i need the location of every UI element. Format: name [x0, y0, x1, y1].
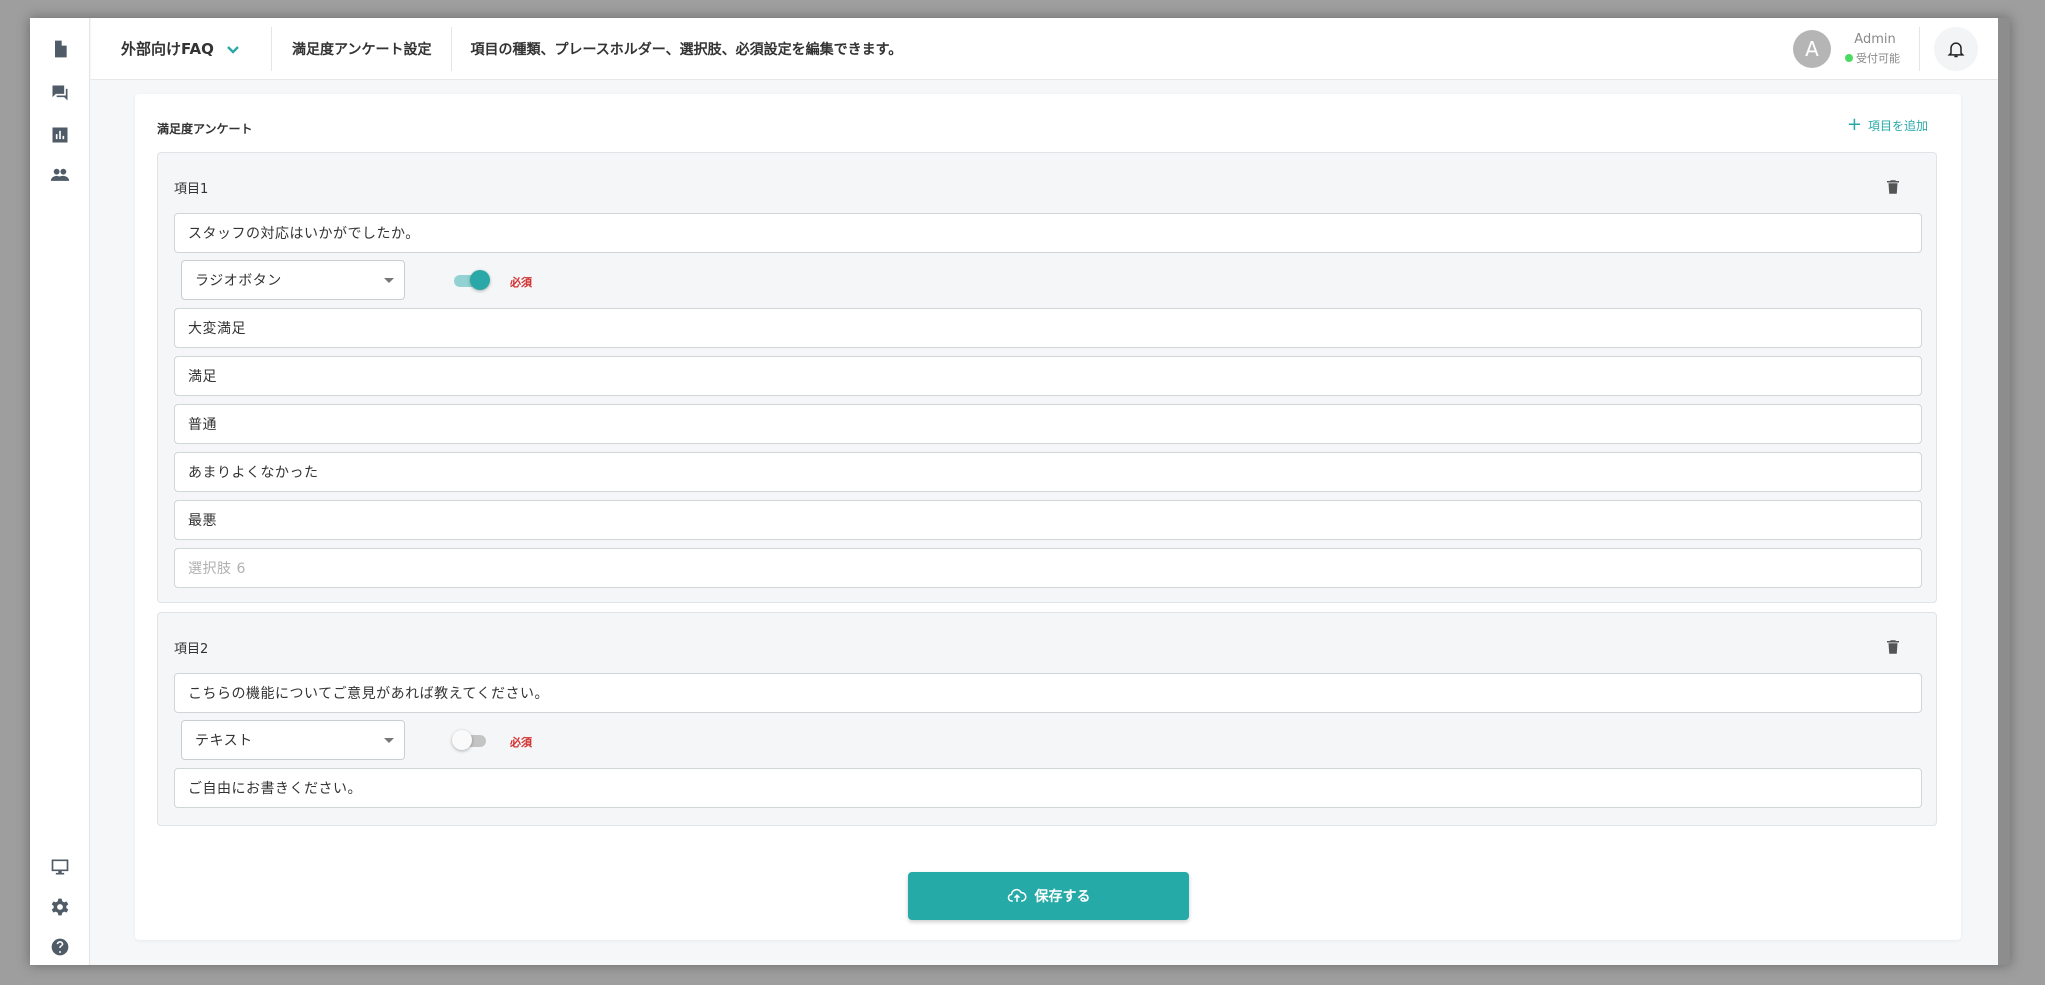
- add-item-button[interactable]: + 項目を追加: [1847, 116, 1928, 134]
- save-button[interactable]: 保存する: [908, 872, 1189, 920]
- user-status[interactable]: 受付可能: [1845, 50, 1905, 66]
- help-icon[interactable]: [49, 936, 71, 958]
- item-label: 項目2: [174, 642, 209, 657]
- chevron-down-icon: [227, 45, 239, 54]
- section-title: 満足度アンケート: [157, 122, 253, 136]
- bell-icon: [1947, 41, 1965, 57]
- trash-icon[interactable]: [1884, 638, 1902, 656]
- required-toggle[interactable]: [452, 729, 490, 751]
- user-name: Admin: [1854, 31, 1896, 47]
- placeholder-input[interactable]: ご自由にお書きください。: [174, 768, 1922, 808]
- survey-item-2: 項目2 こちらの機能についてご意見があれば教えてください。 テキスト 必須 ご自…: [157, 612, 1937, 826]
- required-toggle[interactable]: [454, 269, 490, 291]
- window-edge: [1998, 18, 2010, 965]
- survey-item-1: 項目1 スタッフの対応はいかがでしたか。 ラジオボタン 必須 大変満足 満足 普…: [157, 152, 1937, 603]
- save-button-label: 保存する: [1034, 889, 1091, 905]
- status-dot-icon: [1845, 53, 1853, 62]
- plus-icon: +: [1846, 114, 1862, 135]
- user-info: Admin 受付可能: [1845, 32, 1905, 66]
- type-select-value: ラジオボタン: [195, 273, 282, 289]
- document-icon[interactable]: [49, 38, 71, 60]
- notification-button[interactable]: [1934, 26, 1978, 71]
- page-title: 満足度アンケート設定: [292, 41, 432, 58]
- type-select[interactable]: テキスト: [181, 720, 405, 760]
- monitor-icon[interactable]: [49, 856, 71, 878]
- option-input[interactable]: 満足: [174, 356, 1922, 396]
- option-input[interactable]: 大変満足: [174, 308, 1922, 348]
- type-select-value: テキスト: [195, 733, 253, 749]
- new-option-input[interactable]: 選択肢 6: [174, 548, 1922, 588]
- header-user-area: A Admin 受付可能: [1793, 18, 1998, 79]
- chart-icon[interactable]: [49, 124, 71, 146]
- option-input[interactable]: 普通: [174, 404, 1922, 444]
- gear-icon[interactable]: [49, 896, 71, 918]
- toggle-knob: [452, 730, 472, 750]
- survey-card: 満足度アンケート + 項目を追加 項目1 スタッフの対応はいかがでしたか。 ラジ…: [135, 94, 1961, 940]
- avatar[interactable]: A: [1793, 29, 1831, 68]
- caret-down-icon: [384, 278, 394, 283]
- required-label: 必須: [510, 276, 532, 289]
- channel-select[interactable]: 外部向けFAQ: [91, 18, 271, 79]
- people-icon[interactable]: [49, 164, 71, 186]
- add-item-label: 項目を追加: [1867, 118, 1928, 133]
- chat-icon[interactable]: [49, 82, 71, 104]
- user-status-label: 受付可能: [1856, 51, 1900, 65]
- header: 外部向けFAQ 満足度アンケート設定 項目の種類、プレースホルダー、選択肢、必須…: [91, 18, 1998, 80]
- option-input[interactable]: あまりよくなかった: [174, 452, 1922, 492]
- question-input[interactable]: スタッフの対応はいかがでしたか。: [174, 213, 1922, 253]
- type-select[interactable]: ラジオボタン: [181, 260, 405, 300]
- caret-down-icon: [384, 738, 394, 743]
- question-input[interactable]: こちらの機能についてご意見があれば教えてください。: [174, 673, 1922, 713]
- cloud-upload-icon: [1007, 888, 1026, 902]
- channel-select-label: 外部向けFAQ: [121, 40, 214, 58]
- sidebar: [30, 18, 90, 965]
- option-input[interactable]: 最悪: [174, 500, 1922, 540]
- divider: [1919, 26, 1920, 71]
- trash-icon[interactable]: [1884, 178, 1902, 196]
- item-label: 項目1: [174, 182, 209, 197]
- required-label: 必須: [510, 736, 532, 749]
- page-description: 項目の種類、プレースホルダー、選択肢、必須設定を編集できます。: [470, 41, 903, 58]
- app-window: 外部向けFAQ 満足度アンケート設定 項目の種類、プレースホルダー、選択肢、必須…: [30, 18, 2010, 965]
- toggle-knob: [470, 270, 490, 290]
